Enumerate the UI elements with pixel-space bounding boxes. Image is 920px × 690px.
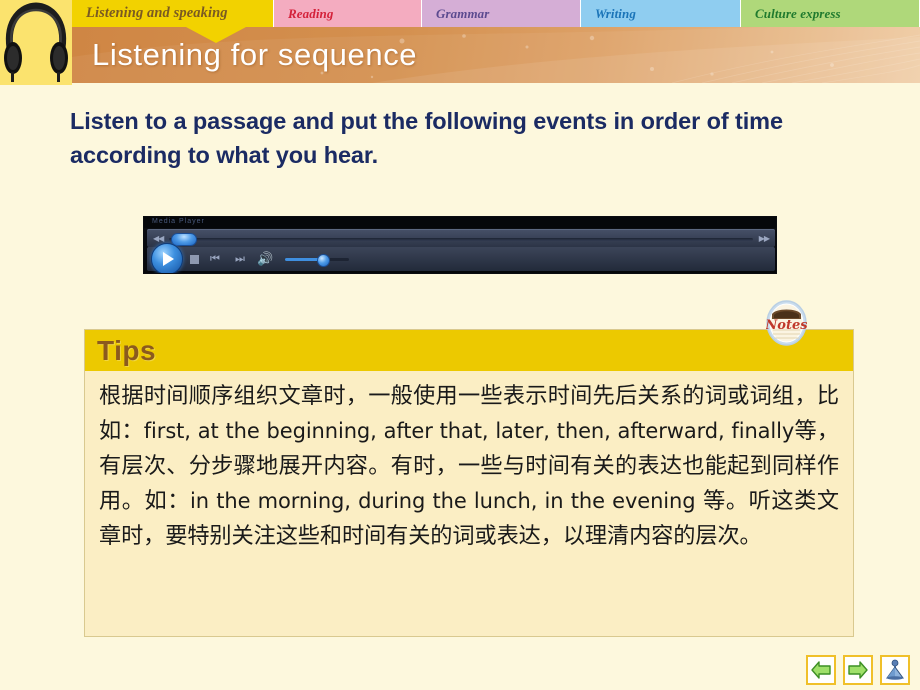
section-tabbar: Listening and speaking Reading Grammar W… — [0, 0, 920, 27]
home-cone-icon — [886, 659, 904, 680]
play-icon — [163, 252, 174, 266]
tips-box: Tips 根据时间顺序组织文章时，一般使用一些表示时间先后关系的词或词组，比如：… — [84, 329, 854, 637]
previous-slide-button[interactable] — [806, 655, 836, 685]
volume-slider-fill — [285, 258, 321, 261]
next-slide-button[interactable] — [843, 655, 873, 685]
volume-slider-thumb[interactable] — [317, 254, 330, 267]
play-button[interactable] — [151, 243, 183, 273]
rewind-icon[interactable]: ◀◀ — [153, 234, 164, 243]
instruction-line-1: Listen to a passage and put the followin… — [70, 108, 783, 134]
seek-bar-row: ◀◀ ▶▶ — [147, 229, 775, 247]
media-player-title: Media Player — [152, 218, 205, 225]
stop-button[interactable] — [190, 255, 199, 264]
volume-icon[interactable]: 🔊 — [257, 252, 273, 266]
seek-slider-thumb[interactable] — [171, 233, 197, 246]
headphones-panel — [0, 0, 72, 85]
page-title: Listening for sequence — [92, 37, 418, 72]
tips-header: Tips — [85, 330, 853, 371]
tab-label: Culture express — [755, 5, 841, 21]
navigation-buttons — [806, 655, 914, 687]
instruction-text: Listen to a passage and put the followin… — [70, 104, 882, 172]
fast-forward-icon[interactable]: ▶▶ — [759, 234, 770, 243]
headphones-icon — [4, 2, 68, 82]
media-player[interactable]: Media Player ◀◀ ▶▶ ⏮ ⏭ 🔊 — [143, 216, 777, 274]
tab-reading[interactable]: Reading — [274, 0, 422, 27]
tab-label: Listening and speaking — [86, 5, 228, 21]
media-player-titlebar: Media Player — [144, 217, 776, 228]
tab-listening-and-speaking[interactable]: Listening and speaking — [72, 0, 274, 27]
tab-label: Reading — [288, 5, 334, 21]
arrow-left-icon — [811, 661, 831, 679]
tips-run-3: in the morning, during the lunch, in the… — [190, 489, 696, 513]
tab-label: Grammar — [436, 5, 490, 21]
tab-culture-express[interactable]: Culture express — [741, 0, 920, 27]
arrow-right-icon — [848, 661, 868, 679]
tips-body: 根据时间顺序组织文章时，一般使用一些表示时间先后关系的词或词组，比如：first… — [85, 371, 853, 564]
active-tab-notch — [186, 27, 246, 43]
home-button[interactable] — [880, 655, 910, 685]
notes-badge-label: Notes — [766, 318, 807, 333]
notes-badge-icon[interactable]: Notes — [766, 300, 807, 346]
transport-controls-row: ⏮ ⏭ 🔊 — [147, 243, 775, 273]
next-track-button[interactable]: ⏭ — [235, 253, 248, 265]
tab-label: Writing — [595, 5, 636, 21]
instruction-line-2: according to what you hear. — [70, 142, 379, 168]
tab-grammar[interactable]: Grammar — [422, 0, 581, 27]
tips-heading: Tips — [97, 334, 157, 366]
seek-slider[interactable] — [169, 238, 753, 241]
previous-track-button[interactable]: ⏮ — [210, 253, 223, 265]
tips-run-1: first, at the beginning, after that, lat… — [143, 419, 795, 443]
tab-writing[interactable]: Writing — [581, 0, 741, 27]
